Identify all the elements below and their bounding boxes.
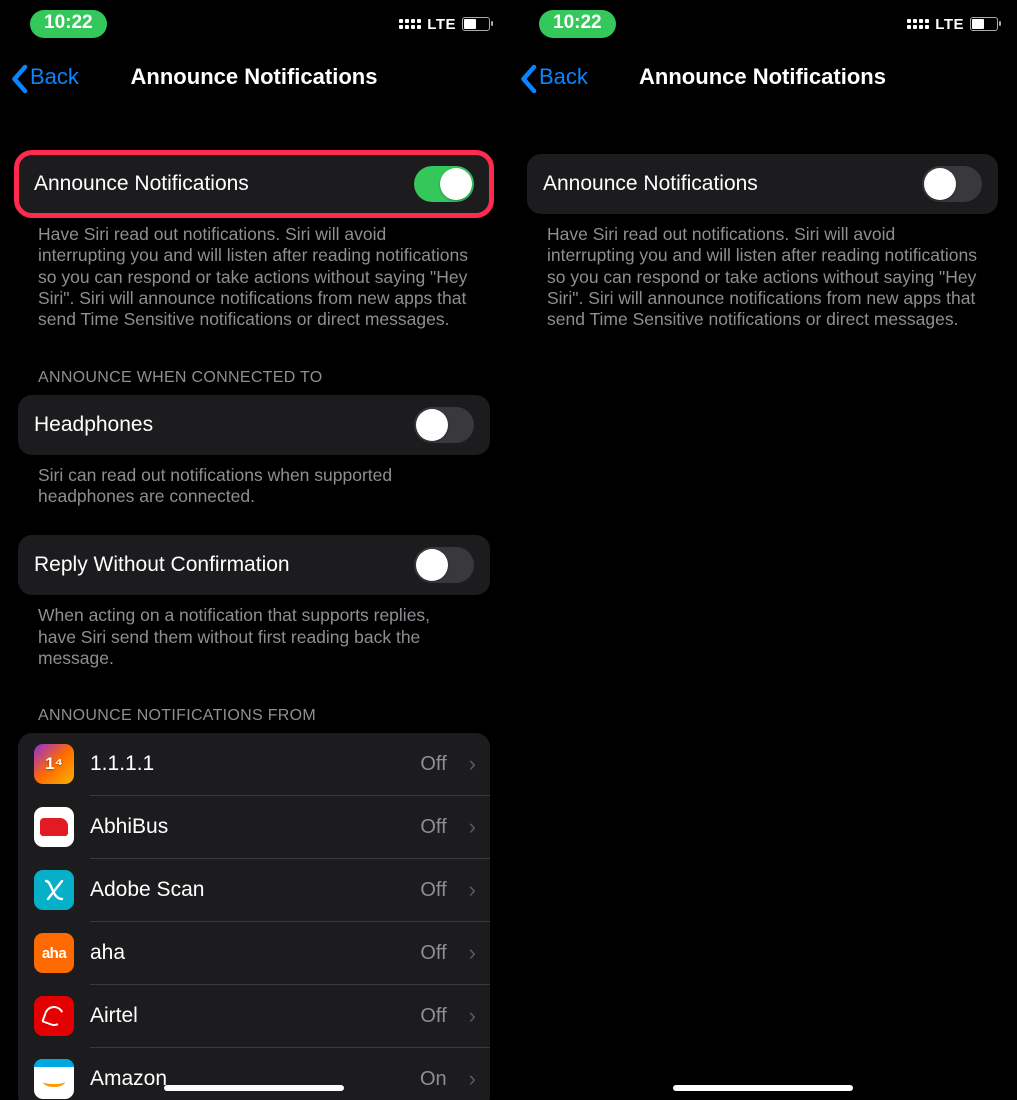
headphones-row[interactable]: Headphones — [18, 395, 490, 455]
announce-toggle[interactable] — [922, 166, 982, 202]
battery-icon — [970, 17, 998, 31]
battery-icon — [462, 17, 490, 31]
home-indicator[interactable] — [673, 1085, 853, 1091]
app-name: Airtel — [90, 1004, 404, 1028]
phone-right: 10:22 LTE Back Announce Notifications An… — [508, 0, 1016, 1100]
chevron-right-icon: › — [469, 1003, 476, 1029]
chevron-right-icon: › — [469, 940, 476, 966]
app-icon-aha: aha — [34, 933, 74, 973]
status-time-pill[interactable]: 10:22 — [539, 10, 616, 38]
back-button[interactable]: Back — [519, 64, 588, 90]
app-row-abhibus[interactable]: AbhiBus Off › — [18, 796, 490, 858]
announce-toggle-row[interactable]: Announce Notifications — [527, 154, 998, 214]
headphones-card: Headphones — [18, 395, 490, 455]
content: Announce Notifications Have Siri read ou… — [509, 106, 1016, 339]
status-bar: 10:22 LTE — [0, 0, 508, 48]
back-button[interactable]: Back — [10, 64, 79, 90]
app-row-airtel[interactable]: Airtel Off › — [18, 985, 490, 1047]
app-status: Off — [420, 753, 446, 776]
app-status: Off — [420, 942, 446, 965]
chevron-left-icon — [10, 64, 28, 90]
reply-label: Reply Without Confirmation — [34, 553, 400, 577]
app-icon-amazon — [34, 1059, 74, 1099]
status-bar: 10:22 LTE — [509, 0, 1016, 48]
reply-row[interactable]: Reply Without Confirmation — [18, 535, 490, 595]
phone-left: 10:22 LTE Back Announce Notifications An… — [0, 0, 508, 1100]
app-status: Off — [420, 816, 446, 839]
reply-toggle[interactable] — [414, 547, 474, 583]
status-right-cluster: LTE — [399, 16, 490, 33]
app-name: Adobe Scan — [90, 878, 404, 902]
app-status: Off — [420, 879, 446, 902]
status-time-pill[interactable]: 10:22 — [30, 10, 107, 38]
announce-toggle[interactable] — [414, 166, 474, 202]
app-row-amazon[interactable]: Amazon On › — [18, 1048, 490, 1100]
app-status: Off — [420, 1005, 446, 1028]
apps-header: ANNOUNCE NOTIFICATIONS FROM — [18, 677, 490, 733]
headphones-footer: Siri can read out notifications when sup… — [18, 455, 490, 516]
reply-footer: When acting on a notification that suppo… — [18, 595, 490, 677]
announce-toggle-label: Announce Notifications — [34, 172, 400, 196]
app-name: AbhiBus — [90, 815, 404, 839]
reply-card: Reply Without Confirmation — [18, 535, 490, 595]
announce-footer: Have Siri read out notifications. Siri w… — [18, 214, 490, 339]
network-label: LTE — [427, 16, 456, 33]
status-right-cluster: LTE — [907, 16, 998, 33]
back-label: Back — [539, 64, 588, 90]
chevron-right-icon: › — [469, 877, 476, 903]
home-indicator[interactable] — [164, 1085, 344, 1091]
chevron-right-icon: › — [469, 751, 476, 777]
nav-bar: Back Announce Notifications — [0, 48, 508, 106]
back-label: Back — [30, 64, 79, 90]
headphones-toggle[interactable] — [414, 407, 474, 443]
announce-toggle-card: Announce Notifications — [18, 154, 490, 214]
app-name: 1.1.1.1 — [90, 752, 404, 776]
nav-bar: Back Announce Notifications — [509, 48, 1016, 106]
chevron-left-icon — [519, 64, 537, 90]
apps-list: 1⁴ 1.1.1.1 Off › AbhiBus Off › Adobe Sca… — [18, 733, 490, 1100]
headphones-label: Headphones — [34, 413, 400, 437]
content: Announce Notifications Have Siri read ou… — [0, 106, 508, 1100]
connected-header: ANNOUNCE WHEN CONNECTED TO — [18, 339, 490, 395]
announce-footer: Have Siri read out notifications. Siri w… — [527, 214, 998, 339]
network-label: LTE — [935, 16, 964, 33]
app-name: aha — [90, 941, 404, 965]
signal-icon — [907, 19, 929, 29]
app-icon-adobe-scan — [34, 870, 74, 910]
app-row-adobe[interactable]: Adobe Scan Off › — [18, 859, 490, 921]
announce-toggle-card: Announce Notifications — [527, 154, 998, 214]
signal-icon — [399, 19, 421, 29]
app-icon-1111: 1⁴ — [34, 744, 74, 784]
chevron-right-icon: › — [469, 814, 476, 840]
app-status: On — [420, 1068, 447, 1091]
announce-toggle-label: Announce Notifications — [543, 172, 908, 196]
app-row-1111[interactable]: 1⁴ 1.1.1.1 Off › — [18, 733, 490, 795]
app-icon-abhibus — [34, 807, 74, 847]
app-icon-airtel — [34, 996, 74, 1036]
app-row-aha[interactable]: aha aha Off › — [18, 922, 490, 984]
chevron-right-icon: › — [469, 1066, 476, 1092]
announce-toggle-row[interactable]: Announce Notifications — [18, 154, 490, 214]
